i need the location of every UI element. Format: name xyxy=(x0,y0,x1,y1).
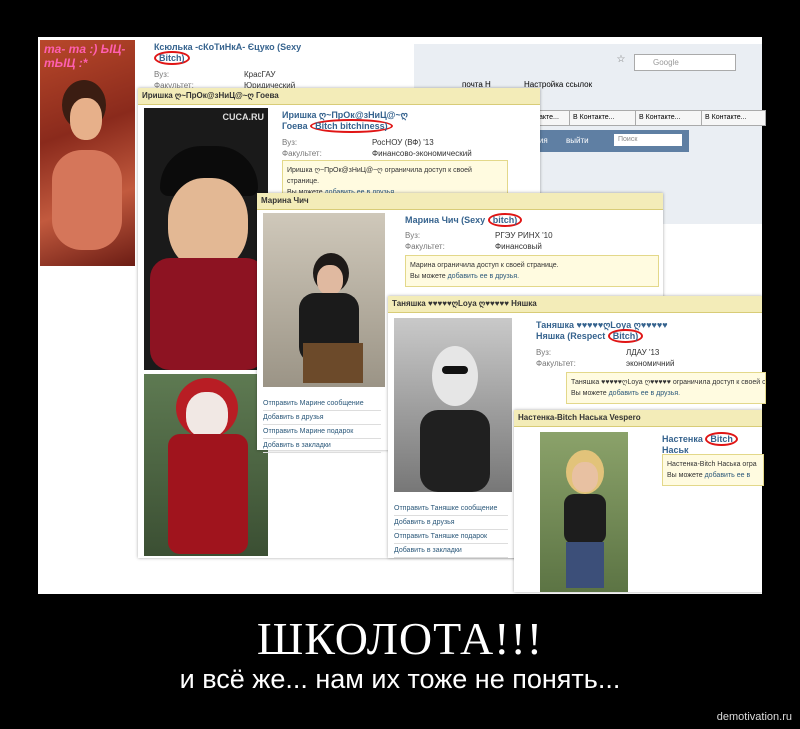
profile-photo-tanyashka xyxy=(394,318,512,492)
send-gift-link[interactable]: Отправить Таняшке подарок xyxy=(394,530,508,544)
profile-name[interactable]: Ксюлька -сКоТиНкА- Єцуко (Sexy Bitch) xyxy=(154,42,301,65)
star-icon[interactable]: ☆ xyxy=(614,54,628,69)
faculty-value[interactable]: Финансово-экономический xyxy=(372,149,472,158)
privacy-notice: Марина ограничила доступ к своей страниц… xyxy=(405,255,659,287)
panel-header: Марина Чич xyxy=(257,193,663,210)
add-bookmark-link[interactable]: Добавить в закладки xyxy=(394,544,508,558)
profile-photo-nastenka xyxy=(540,432,628,592)
poster-subtitle: и всё же... нам их тоже не понять... xyxy=(179,664,621,694)
send-message-link[interactable]: Отправить Марине сообщение xyxy=(263,397,381,411)
uni-value[interactable]: КрасГАУ xyxy=(244,70,275,79)
site-watermark: demotivation.ru xyxy=(716,711,792,723)
faculty-value[interactable]: экономичний xyxy=(626,359,674,368)
send-message-link[interactable]: Отправить Таняшке сообщение xyxy=(394,502,508,516)
add-friend-link[interactable]: добавить ее в друзья. xyxy=(448,273,520,280)
uni-label: Вуз: xyxy=(536,348,552,357)
profile-name[interactable]: Иришка ღ~ПрОк@зНиЦ@~ღ Гоева Bitch bitchin… xyxy=(282,110,408,133)
profile-photo-irishka: CUCA.RU xyxy=(144,108,268,370)
uni-value[interactable]: РосНОУ (ВФ) '13 xyxy=(372,138,434,147)
add-friend-link[interactable]: Добавить в друзья xyxy=(263,411,381,425)
profile-photo-ksyulka: ma- ma :) ЫЦ-тЫЦ :* xyxy=(40,40,135,266)
profile-actions: Отправить Марине сообщение Добавить в др… xyxy=(263,397,381,453)
uni-label: Вуз: xyxy=(282,138,298,147)
add-bookmark-link[interactable]: Добавить в закладки xyxy=(263,439,381,453)
privacy-notice: Таняшка ♥♥♥♥♥ღLoya ღ♥♥♥♥♥ ограничила дос… xyxy=(566,372,766,404)
photo-overlay-text: ma- ma :) ЫЦ-тЫЦ :* xyxy=(44,42,126,70)
faculty-value[interactable]: Финансовый xyxy=(495,242,542,251)
search-input[interactable]: Google xyxy=(634,54,736,71)
profile-panel-nastenka: Настенка-Bitch Наська Vespero Настенка B… xyxy=(514,410,764,592)
profile-name[interactable]: Таняшка ♥♥♥♥♥ღLoya ღ♥♥♥♥♥ Няшка (Respect … xyxy=(536,320,668,343)
privacy-notice: Настенка-Bitch Наська огра Вы можете доб… xyxy=(662,454,764,486)
uni-value[interactable]: ЛДАУ '13 xyxy=(626,348,659,357)
panel-header: Настенка-Bitch Наська Vespero xyxy=(514,410,762,427)
profile-panel-ksyulka: Ксюлька -сКоТиНкА- Єцуко (Sexy Bitch) Вуз… xyxy=(146,40,414,90)
add-friend-link[interactable]: Добавить в друзья xyxy=(394,516,508,530)
panel-header: Иришка ღ~ПрОк@зНиЦ@~ღ Гоева xyxy=(138,88,540,105)
profile-photo-marina xyxy=(263,213,385,387)
profile-photo-doll xyxy=(144,374,268,556)
tab-vkontakte-2[interactable]: В Контакте... xyxy=(635,110,702,126)
profile-actions: Отправить Таняшке сообщение Добавить в д… xyxy=(394,502,508,558)
vk-topbar: ения выйти Поиск xyxy=(524,130,689,152)
uni-value[interactable]: РГЭУ РИНХ '10 xyxy=(495,231,553,240)
tab-vkontakte-1[interactable]: В Контакте... xyxy=(569,110,636,126)
vk-search-box[interactable]: Поиск xyxy=(614,134,682,146)
profile-name[interactable]: Настенка Bitch Наськ xyxy=(662,432,762,456)
faculty-label: Факультет: xyxy=(536,359,576,368)
add-friend-link[interactable]: добавить ее в друзья. xyxy=(609,390,681,397)
uni-label: Вуз: xyxy=(154,70,170,79)
faculty-label: Факультет: xyxy=(282,149,322,158)
photo-watermark: CUCA.RU xyxy=(222,112,265,122)
logout-link[interactable]: выйти xyxy=(566,136,589,145)
add-friend-link[interactable]: добавить ее в xyxy=(705,472,751,479)
tab-vkontakte-3[interactable]: В Контакте... xyxy=(701,110,766,126)
send-gift-link[interactable]: Отправить Марине подарок xyxy=(263,425,381,439)
panel-header: Таняшка ♥♥♥♥♥ღLoya ღ♥♥♥♥♥ Няшка xyxy=(388,296,762,313)
faculty-label: Факультет: xyxy=(405,242,445,251)
profile-name[interactable]: Марина Чич (Sexy bitch) xyxy=(405,213,523,227)
uni-label: Вуз: xyxy=(405,231,421,240)
poster-title: ШКОЛОТА!!! xyxy=(256,613,544,664)
